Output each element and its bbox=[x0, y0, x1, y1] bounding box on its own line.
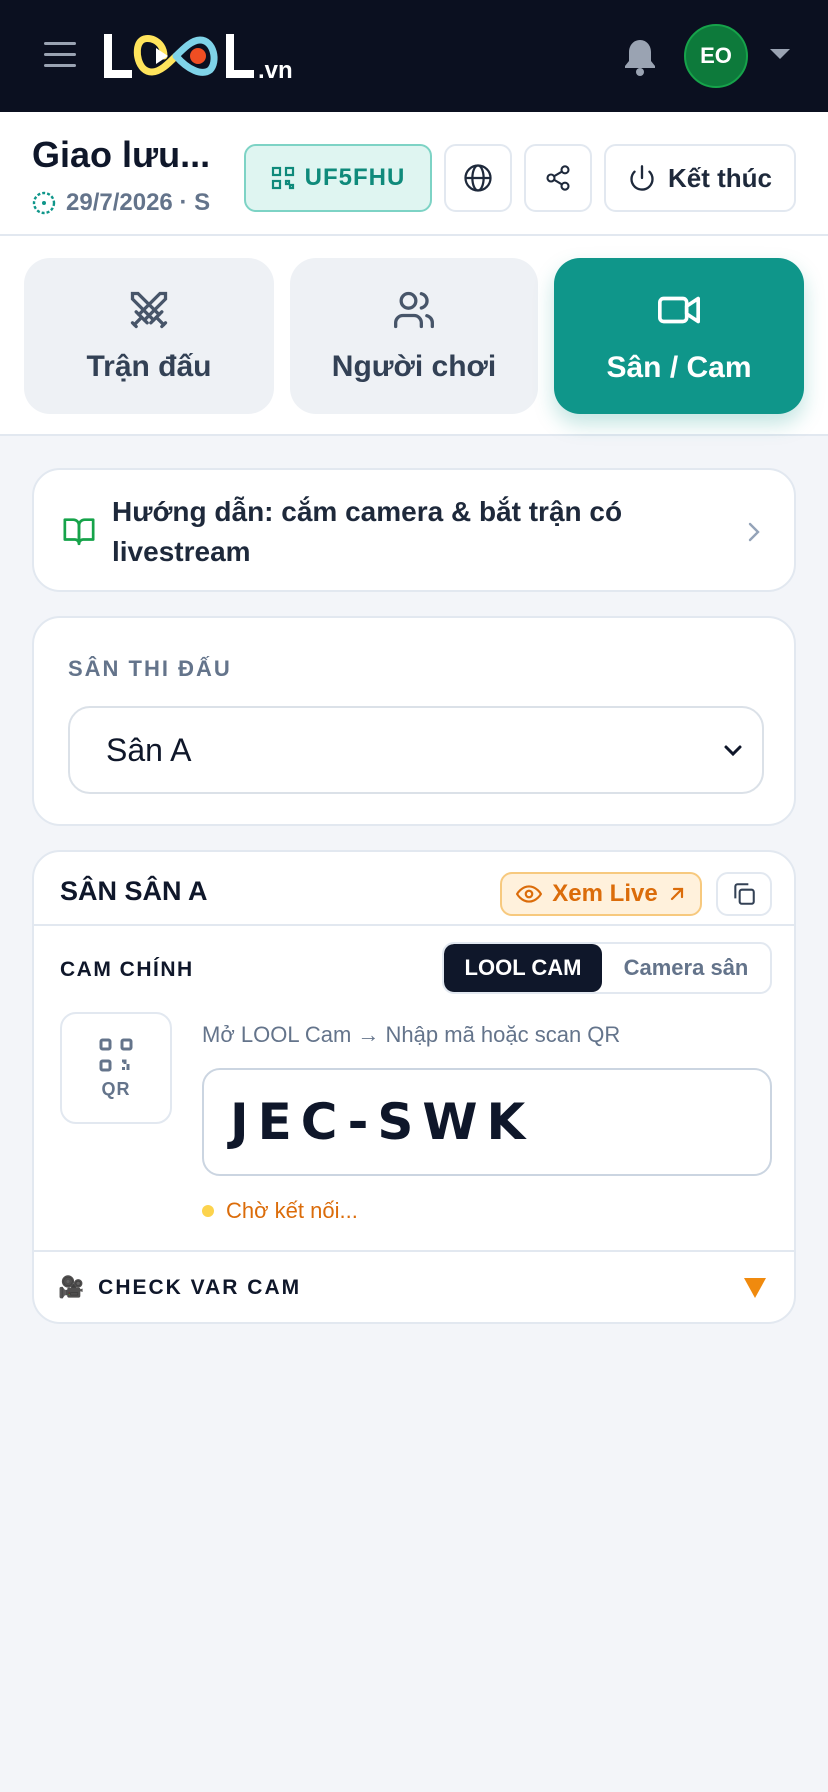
tab-players-label: Người chơi bbox=[331, 350, 497, 383]
qr-label: QR bbox=[101, 1078, 131, 1099]
tab-matches[interactable]: Trận đấu bbox=[24, 258, 274, 414]
end-event-button[interactable]: Kết thúc bbox=[604, 144, 796, 212]
event-header: Giao lưu... 29/7/2026 · S UF5FHU Kết thú… bbox=[0, 112, 828, 236]
qr-code-icon bbox=[271, 166, 294, 190]
top-navbar: .vn EO bbox=[0, 0, 828, 112]
event-code: UF5FHU bbox=[304, 164, 406, 191]
connection-status: Chờ kết nối... bbox=[202, 1198, 358, 1224]
tab-matches-label: Trận đấu bbox=[86, 350, 212, 383]
eye-icon bbox=[516, 885, 543, 903]
share-button[interactable] bbox=[524, 144, 592, 212]
event-meta: 29/7/2026 · S bbox=[32, 188, 222, 218]
event-date: 29/7/2026 · S bbox=[66, 189, 211, 216]
pairing-code[interactable]: JEC-SWK bbox=[202, 1068, 772, 1176]
qr-code-icon bbox=[99, 1038, 133, 1071]
tab-players[interactable]: Người chơi bbox=[290, 258, 538, 414]
watch-live-label: Xem Live bbox=[552, 880, 658, 907]
court-select-value: Sân A bbox=[106, 731, 192, 768]
chevron-down-icon bbox=[724, 745, 742, 757]
event-code-button[interactable]: UF5FHU bbox=[244, 144, 432, 212]
main-cam-label: CAM CHÍNH bbox=[60, 958, 194, 981]
lool-logo[interactable]: .vn bbox=[102, 30, 342, 82]
avatar[interactable]: EO bbox=[684, 24, 748, 88]
tab-bar: Trận đấu Người chơi Sân / Cam bbox=[0, 236, 828, 436]
qr-button[interactable]: QR bbox=[60, 1012, 172, 1124]
check-var-cam-text: CHECK VAR CAM bbox=[98, 1276, 302, 1299]
check-var-cam-toggle[interactable]: 🎥 CHECK VAR CAM bbox=[34, 1250, 794, 1322]
check-var-cam-label: 🎥 CHECK VAR CAM bbox=[58, 1276, 301, 1300]
chevron-down-icon[interactable] bbox=[770, 49, 790, 59]
triangle-down-icon bbox=[744, 1278, 766, 1298]
connection-status-text: Chờ kết nối... bbox=[226, 1198, 358, 1223]
tab-court-cam[interactable]: Sân / Cam bbox=[554, 258, 804, 414]
court-camera-card: SÂN SÂN A Xem Live CAM CHÍNH LOOL CAM Ca… bbox=[32, 850, 796, 1324]
segment-lool-cam[interactable]: LOOL CAM bbox=[444, 944, 602, 992]
swords-icon bbox=[130, 291, 168, 329]
court-select-card: SÂN THI ĐẤU Sân A bbox=[32, 616, 796, 826]
copy-button[interactable] bbox=[716, 872, 772, 916]
share-icon bbox=[546, 165, 570, 191]
tab-court-cam-label: Sân / Cam bbox=[606, 351, 752, 384]
bell-icon[interactable] bbox=[622, 36, 658, 76]
users-icon bbox=[394, 291, 434, 329]
globe-button[interactable] bbox=[444, 144, 512, 212]
court-select[interactable]: Sân A bbox=[68, 706, 764, 794]
chevron-right-icon bbox=[748, 522, 760, 542]
court-title: SÂN SÂN A bbox=[60, 876, 208, 906]
status-dot bbox=[202, 1205, 214, 1217]
movie-camera-icon: 🎥 bbox=[58, 1276, 87, 1299]
book-icon bbox=[63, 518, 95, 546]
power-icon bbox=[630, 165, 654, 191]
video-icon bbox=[658, 296, 700, 324]
globe-icon bbox=[464, 164, 492, 192]
guide-link[interactable]: Hướng dẫn: cắm camera & bắt trận có live… bbox=[32, 468, 796, 592]
camera-type-toggle: LOOL CAM Camera sân bbox=[442, 942, 772, 994]
pairing-instruction: Mở LOOL Cam → Nhập mã hoặc scan QR bbox=[202, 1022, 621, 1047]
external-arrow-icon bbox=[670, 887, 683, 901]
clock-icon bbox=[32, 191, 56, 215]
court-select-label: SÂN THI ĐẤU bbox=[68, 656, 232, 681]
svg-text:.vn: .vn bbox=[258, 57, 293, 82]
event-title: Giao lưu... bbox=[32, 134, 211, 175]
segment-court-camera[interactable]: Camera sân bbox=[602, 944, 770, 992]
copy-icon bbox=[734, 883, 755, 905]
camera-card-header: SÂN SÂN A Xem Live bbox=[34, 852, 794, 926]
guide-text: Hướng dẫn: cắm camera & bắt trận có live… bbox=[112, 496, 623, 567]
watch-live-button[interactable]: Xem Live bbox=[500, 872, 702, 916]
menu-icon[interactable] bbox=[44, 42, 76, 68]
end-event-label: Kết thúc bbox=[668, 162, 772, 193]
